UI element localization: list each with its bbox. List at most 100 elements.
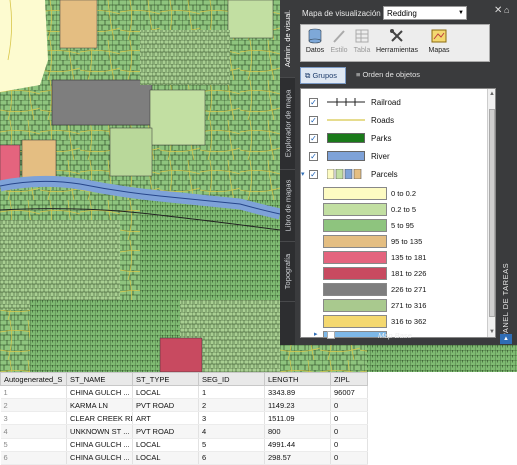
layer-label: River	[371, 152, 390, 161]
close-icon[interactable]: ✕	[494, 5, 502, 16]
layer-row-river[interactable]: ✓ River	[301, 147, 485, 165]
tab-object-order[interactable]: ≡ Orden de objetos	[352, 67, 452, 84]
table-row[interactable]: 1 CHINA GULCH ... LOCAL 1 3343.89 96007	[0, 385, 368, 400]
expand-arrow-icon[interactable]: ▾	[301, 170, 305, 178]
layer-row-parcels[interactable]: ▾ ✓ Parcels	[301, 165, 485, 183]
table-cell: LOCAL	[132, 451, 199, 465]
column-header[interactable]: Autogenerated_S	[0, 372, 67, 386]
table-cell: 96007	[330, 385, 368, 400]
scroll-down-icon[interactable]: ▼	[489, 329, 495, 335]
column-header[interactable]: ST_TYPE	[132, 372, 199, 386]
table-cell: CLEAR CREEK RD	[66, 411, 133, 426]
table-cell: 3343.89	[264, 385, 331, 400]
table-row[interactable]: 4 UNKNOWN ST ... PVT ROAD 4 800 0	[0, 424, 368, 439]
layer-row-parks[interactable]: ✓ Parks	[301, 129, 485, 147]
brush-icon	[331, 28, 347, 44]
chevron-down-icon: ▼	[458, 10, 464, 16]
table-cell: 5	[198, 438, 265, 452]
table-cell: 0	[330, 451, 368, 465]
layer-checkbox[interactable]: ✓	[309, 152, 318, 161]
task-panel-title: PANEL DE TAREAS	[501, 262, 511, 338]
maps-button[interactable]: Mapas	[425, 28, 453, 54]
layer-checkbox[interactable]: ✓	[309, 134, 318, 143]
table-cell: 0	[330, 438, 368, 452]
base-map-label: Map Base	[378, 331, 412, 340]
maps-button-label: Mapas	[428, 47, 450, 54]
layer-tree-scrollbar[interactable]: ▲ ▼	[487, 89, 495, 337]
table-cell: 6	[198, 451, 265, 465]
scroll-thumb[interactable]	[489, 109, 495, 317]
table-row[interactable]: 5 CHINA GULCH ... LOCAL 5 4991.44 0	[0, 438, 368, 452]
legend-label: 226 to 271	[391, 285, 427, 294]
table-cell: PVT ROAD	[132, 398, 199, 413]
legend-label: 0 to 0.2	[391, 189, 417, 198]
group-order-tabs: ⧉ Grupos ≡ Orden de objetos	[300, 65, 490, 85]
parks-swatch	[327, 133, 365, 143]
column-header[interactable]: ST_NAME	[66, 372, 133, 386]
style-button[interactable]: Estilo	[328, 28, 350, 54]
vertical-tab-strip: Admin. de visual. Explorador de mapa Lib…	[280, 0, 295, 345]
tools-button[interactable]: Herramientas	[373, 28, 421, 54]
table-cell: 2	[198, 398, 265, 413]
layer-checkbox[interactable]: ✓	[309, 170, 318, 179]
map-selector-dropdown[interactable]: Redding ▼	[383, 6, 467, 20]
legend-swatch	[323, 203, 387, 216]
table-cell: LOCAL	[132, 385, 199, 400]
map-selector-value: Redding	[387, 9, 417, 18]
column-header[interactable]: SEG_ID	[198, 372, 265, 386]
table-cell: 0	[330, 424, 368, 439]
layer-checkbox[interactable]: ✓	[309, 116, 318, 125]
data-button-label: Datos	[305, 47, 325, 54]
tab-map-explorer[interactable]: Explorador de mapa	[280, 78, 295, 170]
roads-symbol-icon	[327, 115, 365, 125]
column-header[interactable]: ZIPL	[330, 372, 368, 386]
pin-icon[interactable]: ⌂	[504, 5, 509, 15]
legend-swatch	[323, 299, 387, 312]
table-cell: UNKNOWN ST ...	[66, 424, 133, 439]
legend-label: 95 to 135	[391, 237, 423, 246]
tab-map-book[interactable]: Libro de mapas	[280, 170, 295, 242]
layer-tree: ✓ Railroad ✓ Roads ✓ Parks ✓ River ▾ ✓ P…	[300, 88, 496, 338]
table-row[interactable]: 3 CLEAR CREEK RD ART 3 1511.09 0	[0, 411, 368, 426]
legend-swatch	[323, 219, 387, 232]
layer-checkbox[interactable]	[327, 331, 335, 339]
layer-row-railroad[interactable]: ✓ Railroad	[301, 93, 485, 111]
legend-label: 316 to 362	[391, 317, 427, 326]
tab-groups[interactable]: ⧉ Grupos	[300, 67, 346, 84]
table-cell: 0	[330, 398, 368, 413]
table-row[interactable]: 6 CHINA GULCH ... LOCAL 6 298.57 0	[0, 451, 368, 465]
scroll-up-icon[interactable]: ▲	[489, 91, 495, 97]
tools-icon	[389, 28, 405, 44]
layer-checkbox[interactable]: ✓	[309, 98, 318, 107]
table-cell: 3	[198, 411, 265, 426]
panel-options-icon[interactable]: ▲	[500, 334, 512, 344]
table-cell: ART	[132, 411, 199, 426]
legend-range: 0.2 to 5	[301, 201, 485, 217]
table-row[interactable]: 2 KARMA LN PVT ROAD 2 1149.23 0	[0, 398, 368, 413]
table-button[interactable]: Tabla	[351, 28, 373, 54]
column-header[interactable]: LENGTH	[264, 372, 331, 386]
legend-range: 135 to 181	[301, 249, 485, 265]
legend-swatch	[323, 283, 387, 296]
table-cell: 4	[0, 424, 67, 439]
tab-display-manager[interactable]: Admin. de visual.	[280, 0, 295, 78]
data-button[interactable]: Datos	[304, 28, 326, 54]
legend-label: 181 to 226	[391, 269, 427, 278]
river-swatch	[327, 151, 365, 161]
table-cell: LOCAL	[132, 438, 199, 452]
table-cell: CHINA GULCH ...	[66, 385, 133, 400]
legend-range: 181 to 226	[301, 265, 485, 281]
legend-label: 5 to 95	[391, 221, 414, 230]
layer-label: Roads	[371, 116, 395, 125]
layer-row-roads[interactable]: ✓ Roads	[301, 111, 485, 129]
tab-topography[interactable]: Topografía	[280, 242, 295, 302]
tools-button-label: Herramientas	[375, 47, 418, 54]
expand-arrow-icon[interactable]: ▸	[314, 330, 318, 338]
table-cell: 3	[0, 411, 67, 426]
table-cell: 4991.44	[264, 438, 331, 452]
legend-swatch	[323, 235, 387, 248]
legend-swatch	[323, 187, 387, 200]
map-selector-label: Mapa de visualización	[302, 9, 381, 18]
table-cell: CHINA GULCH ...	[66, 451, 133, 465]
table-button-label: Tabla	[353, 47, 371, 54]
